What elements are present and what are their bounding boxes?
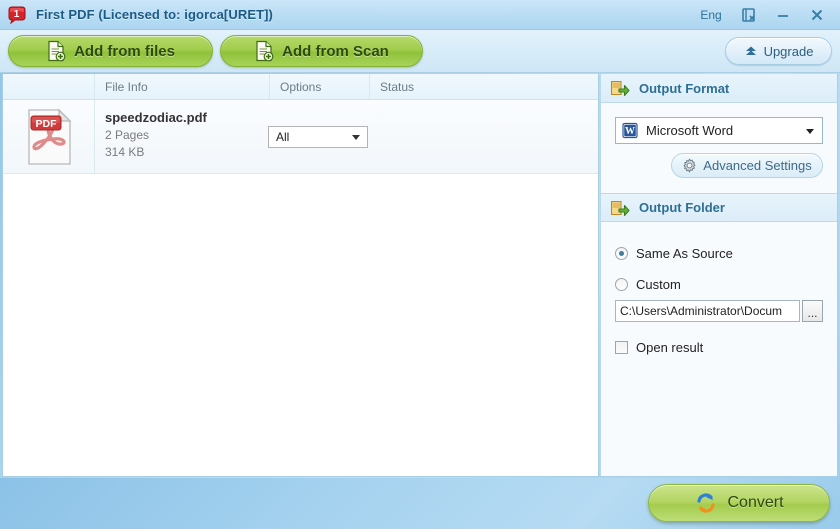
file-pages: 2 Pages — [105, 128, 150, 142]
output-folder-title: Output Folder — [639, 200, 725, 215]
open-result-checkbox-row[interactable]: Open result — [615, 340, 823, 355]
add-from-scan-label: Add from Scan — [282, 42, 389, 60]
output-format-value: Microsoft Word — [646, 123, 734, 138]
document-add-icon — [46, 40, 66, 62]
add-from-files-button[interactable]: Add from files — [8, 35, 213, 67]
column-header-file-info: File Info — [95, 74, 270, 99]
upgrade-button[interactable]: Upgrade — [725, 37, 832, 65]
column-header-options: Options — [270, 74, 370, 99]
language-button[interactable]: Eng — [690, 1, 732, 29]
radio-indicator-selected — [615, 247, 628, 260]
file-options-cell: All — [268, 100, 370, 173]
double-chevron-up-icon — [744, 44, 758, 58]
column-header-status: Status — [380, 79, 415, 94]
help-book-icon[interactable] — [732, 1, 766, 29]
output-path-input[interactable] — [615, 300, 800, 322]
advanced-settings-label: Advanced Settings — [703, 158, 812, 173]
chevron-down-icon — [352, 134, 360, 140]
open-result-label: Open result — [636, 340, 704, 355]
output-format-body: W Microsoft Word Advanced Settings — [601, 103, 837, 178]
add-from-files-label: Add from files — [74, 42, 175, 60]
convert-label: Convert — [727, 494, 784, 511]
column-header-icon — [3, 74, 95, 99]
radio-custom[interactable]: Custom — [615, 277, 823, 292]
file-list-header: File Info Options Status — [3, 74, 598, 100]
output-format-header: Output Format — [601, 74, 837, 103]
output-folder-body: Same As Source Custom ... Open result — [601, 222, 837, 355]
export-folder-icon — [610, 199, 630, 217]
file-size: 314 KB — [105, 145, 145, 159]
upgrade-label: Upgrade — [763, 43, 814, 59]
browse-folder-button[interactable]: ... — [802, 300, 823, 322]
radio-custom-label: Custom — [636, 277, 681, 292]
pdf-file-icon: PDF — [3, 100, 95, 173]
svg-text:PDF: PDF — [35, 118, 57, 130]
minimize-icon[interactable] — [766, 1, 800, 29]
advanced-settings-button[interactable]: Advanced Settings — [671, 153, 823, 178]
page-range-select[interactable]: All — [268, 125, 368, 148]
radio-same-as-source[interactable]: Same As Source — [615, 246, 823, 261]
radio-same-as-source-label: Same As Source — [636, 246, 733, 261]
app-badge-icon: 1 — [6, 4, 28, 26]
file-info-cell: speedzodiac.pdf 2 Pages 314 KB — [95, 100, 270, 173]
output-format-title: Output Format — [639, 80, 730, 96]
svg-text:1: 1 — [14, 9, 20, 20]
settings-panel: Output Format W Microsoft Word Advanced … — [600, 74, 838, 477]
chevron-down-icon — [806, 128, 814, 134]
output-format-select[interactable]: W Microsoft Word — [615, 117, 823, 144]
svg-text:W: W — [625, 126, 635, 137]
table-row[interactable]: PDF speedzodiac.pdf 2 Pages 314 KB All — [3, 100, 598, 174]
convert-button[interactable]: Convert — [648, 484, 830, 522]
radio-indicator-unselected — [615, 278, 628, 291]
close-icon[interactable] — [800, 1, 834, 29]
output-folder-header: Output Folder — [601, 193, 837, 222]
add-from-scan-button[interactable]: Add from Scan — [220, 35, 423, 67]
document-scan-add-icon — [254, 40, 274, 62]
file-status-cell — [370, 100, 598, 173]
file-name: speedzodiac.pdf — [105, 110, 207, 125]
gear-icon — [682, 158, 697, 173]
word-icon: W — [622, 122, 639, 139]
file-list-panel: File Info Options Status PDF speedzodiac… — [2, 74, 599, 477]
page-range-value: All — [276, 129, 290, 144]
export-document-icon — [610, 79, 630, 97]
output-path-row: ... — [615, 300, 823, 322]
application-window: 1 First PDF (Licensed to: igorca[URET]) … — [0, 0, 840, 529]
refresh-arrows-icon — [694, 491, 718, 515]
toolbar: Add from files Add from Scan Upgrade — [0, 30, 840, 73]
window-title: First PDF (Licensed to: igorca[URET]) — [36, 7, 273, 22]
title-bar: 1 First PDF (Licensed to: igorca[URET]) … — [0, 0, 840, 30]
checkbox-indicator — [615, 341, 628, 354]
window-controls: Eng — [690, 1, 840, 29]
